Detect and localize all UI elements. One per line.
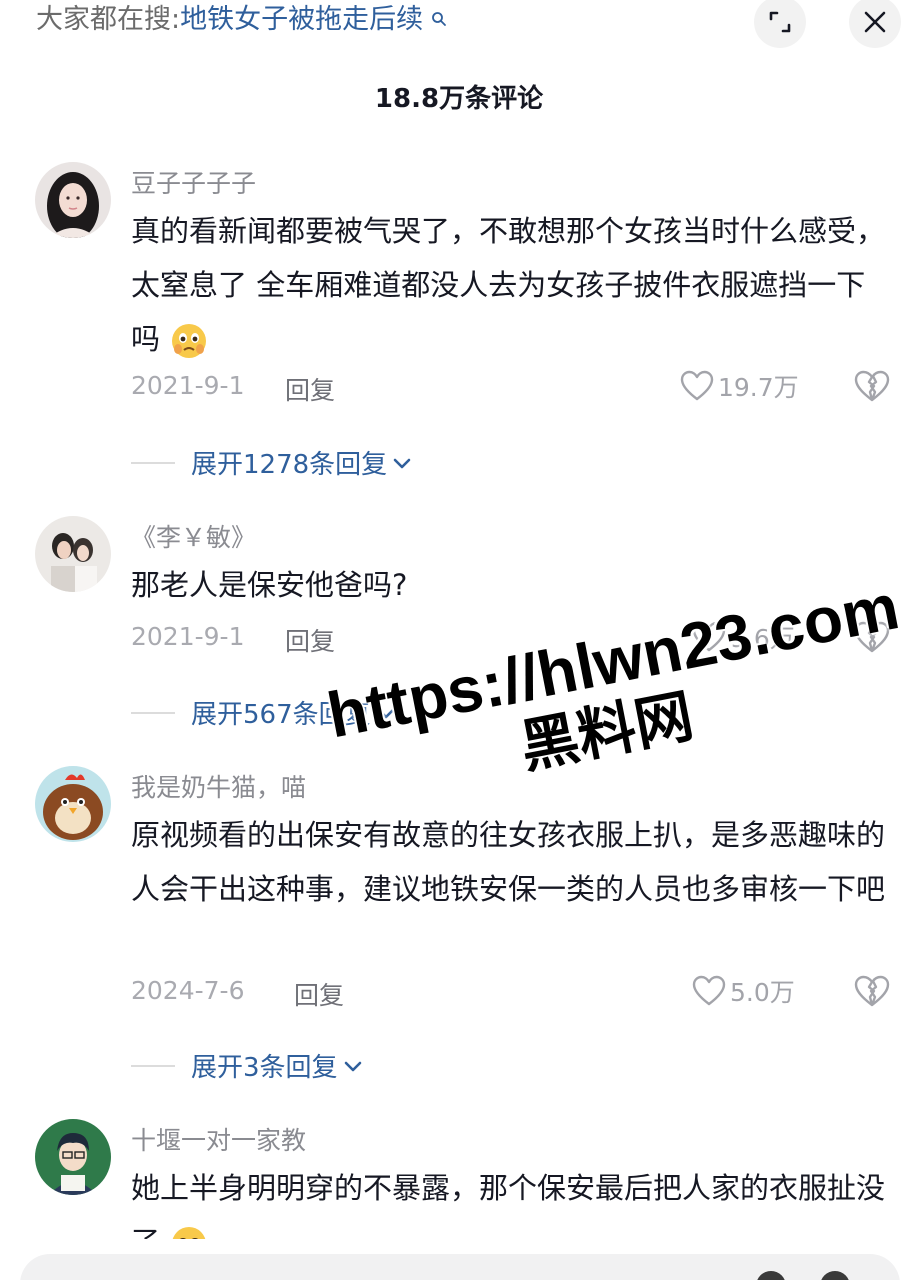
divider (131, 461, 175, 464)
search-suggestion-prefix: 大家都在搜: (36, 4, 181, 35)
expand-replies-button[interactable]: 展开3条回复 (131, 1047, 364, 1084)
comment-date: 2021-9-1 (131, 622, 245, 651)
reply-button[interactable]: 回复 (285, 371, 335, 407)
avatar[interactable] (35, 162, 111, 238)
collapse-button[interactable] (754, 0, 806, 48)
close-icon (864, 11, 886, 33)
crying-emoji-icon (169, 321, 209, 361)
search-suggestion-topic[interactable]: 地铁女子被拖走后续 (180, 4, 423, 35)
comment-date: 2021-9-1 (131, 371, 245, 400)
heart-icon (692, 975, 726, 1006)
expand-replies-label: 展开1278条回复 (191, 450, 388, 480)
reply-button[interactable]: 回复 (285, 622, 335, 658)
crying-emoji-icon (169, 1224, 209, 1239)
search-suggestion[interactable]: 大家都在搜:地铁女子被拖走后续 (36, 2, 447, 38)
close-button[interactable] (849, 0, 901, 48)
username[interactable]: 豆子子子子 (131, 164, 256, 200)
broken-heart-icon[interactable] (854, 974, 890, 1008)
expand-replies-button[interactable]: 展开1278条回复 (131, 444, 413, 481)
like-count: 19.7万 (718, 373, 799, 402)
search-icon (425, 8, 447, 32)
chevron-down-icon (344, 1061, 361, 1071)
reply-button[interactable]: 回复 (294, 976, 344, 1012)
avatar[interactable] (35, 1119, 111, 1195)
top-bar: 大家都在搜:地铁女子被拖走后续 (0, 0, 918, 48)
like-count: 5.0万 (730, 978, 795, 1007)
avatar[interactable] (35, 516, 111, 592)
comment-text: 原视频看的出保安有故意的往女孩衣服上扒，是多恶趣味的人会干出这种事，建议地铁安保… (131, 818, 886, 906)
chevron-down-icon (393, 458, 411, 468)
expand-replies-label: 展开3条回复 (191, 1053, 338, 1083)
comment-text: 她上半身明明穿的不暴露，那个保安最后把人家的衣服扯没了 (131, 1161, 891, 1239)
like-button[interactable]: 19.7万 (680, 368, 799, 404)
like-button[interactable]: 5.0万 (692, 973, 795, 1009)
comment-count-title: 18.8万条评论 (374, 84, 544, 114)
comment-text: 真的看新闻都要被气哭了，不敢想那个女孩当时什么感受，太窒息了 全车厢难道都没人去… (131, 204, 891, 366)
comment-date: 2024-7-6 (131, 976, 245, 1005)
username[interactable]: 《李￥敏》 (131, 518, 256, 554)
broken-heart-icon[interactable] (854, 369, 890, 403)
avatar[interactable] (35, 766, 111, 842)
comment-body: 真的看新闻都要被气哭了，不敢想那个女孩当时什么感受，太窒息了 全车厢难道都没人去… (131, 214, 886, 356)
divider (131, 711, 175, 714)
username[interactable]: 我是奶牛猫，喵 (131, 768, 306, 804)
watermark: https://hlwn23.com 黑料网 (322, 570, 905, 817)
heart-icon (680, 370, 714, 401)
comment-body: 她上半身明明穿的不暴露，那个保安最后把人家的衣服扯没了 (131, 1171, 886, 1239)
divider (131, 1064, 175, 1067)
collapse-icon (769, 11, 791, 33)
username[interactable]: 十堰一对一家教 (131, 1121, 306, 1157)
